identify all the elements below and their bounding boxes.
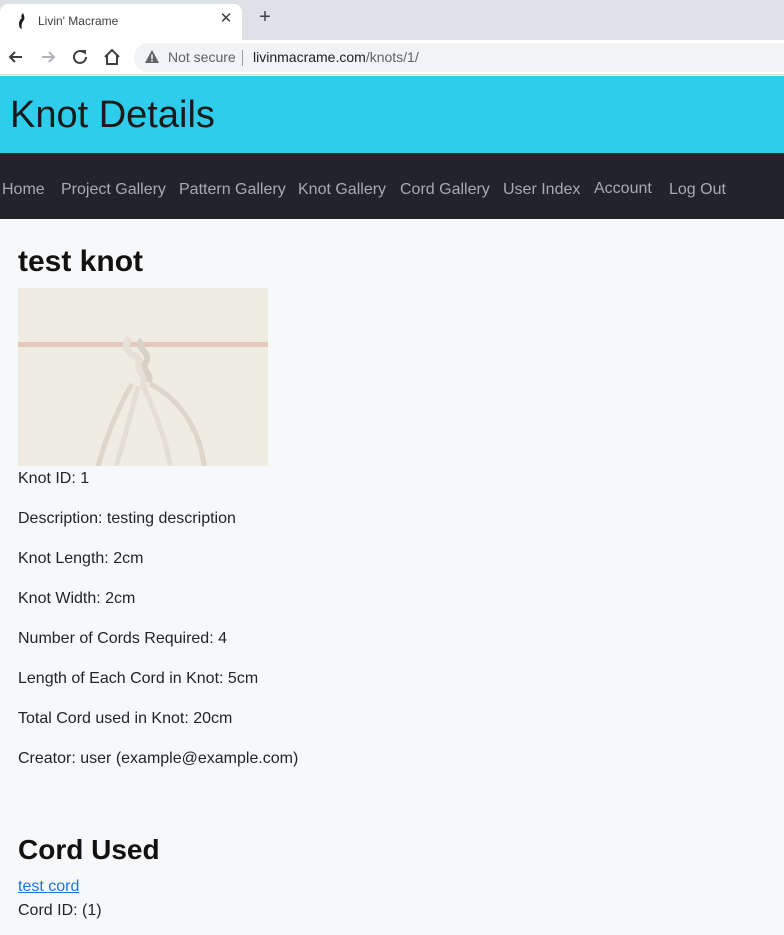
nav-pattern-gallery-link[interactable]: Pattern Gallery: [179, 181, 286, 199]
knot-length-text: Knot Length: 2cm: [18, 550, 144, 567]
browser-toolbar: Not secure livinmacrame.com/knots/1/: [0, 40, 784, 75]
address-bar[interactable]: Not secure livinmacrame.com/knots/1/: [134, 43, 784, 72]
knot-width-text: Knot Width: 2cm: [18, 590, 136, 607]
tab-title: Livin' Macrame: [38, 14, 119, 28]
browser-tab-strip: Livin' Macrame ✕ +: [0, 0, 784, 40]
forward-arrow-icon[interactable]: [37, 46, 59, 68]
cord-link[interactable]: test cord: [18, 878, 79, 896]
close-tab-icon[interactable]: ✕: [218, 9, 234, 27]
warning-icon[interactable]: [144, 49, 160, 65]
nav-cord-gallery-link[interactable]: Cord Gallery: [400, 181, 490, 199]
knot-photo: [18, 288, 268, 466]
knot-id-text: Knot ID: 1: [18, 470, 90, 487]
macrame-favicon-icon: [18, 13, 25, 29]
reload-icon[interactable]: [69, 46, 91, 68]
not-secure-label[interactable]: Not secure: [168, 49, 236, 65]
back-arrow-icon[interactable]: [5, 46, 27, 68]
cord-length-text: Length of Each Cord in Knot: 5cm: [18, 670, 259, 687]
site-header: Knot Details: [0, 76, 784, 153]
url-text[interactable]: livinmacrame.com/knots/1/: [253, 49, 419, 65]
home-icon[interactable]: [101, 46, 123, 68]
nav-project-gallery-link[interactable]: Project Gallery: [61, 181, 166, 199]
nav-log-out-link[interactable]: Log Out: [669, 181, 726, 199]
browser-tab[interactable]: Livin' Macrame ✕: [0, 4, 242, 40]
nav-account-link[interactable]: Account: [594, 180, 652, 198]
knot-name: test knot: [18, 245, 144, 278]
omnibox-divider: [242, 50, 243, 66]
main-navbar: Home Project Gallery Pattern Gallery Kno…: [0, 153, 784, 219]
total-cord-text: Total Cord used in Knot: 20cm: [18, 710, 233, 727]
new-tab-icon[interactable]: +: [254, 6, 276, 29]
url-path: /knots/1/: [365, 49, 419, 65]
knot-description-text: Description: testing description: [18, 510, 236, 527]
page-title: Knot Details: [10, 94, 215, 136]
cord-used-heading: Cord Used: [18, 834, 160, 865]
cord-id-text: Cord ID: (1): [18, 902, 102, 919]
url-host: livinmacrame.com: [253, 49, 366, 65]
nav-knot-gallery-link[interactable]: Knot Gallery: [298, 181, 386, 199]
nav-home-link[interactable]: Home: [2, 181, 45, 199]
cords-required-text: Number of Cords Required: 4: [18, 630, 227, 647]
nav-user-index-link[interactable]: User Index: [503, 181, 580, 199]
creator-text: Creator: user (example@example.com): [18, 750, 299, 767]
